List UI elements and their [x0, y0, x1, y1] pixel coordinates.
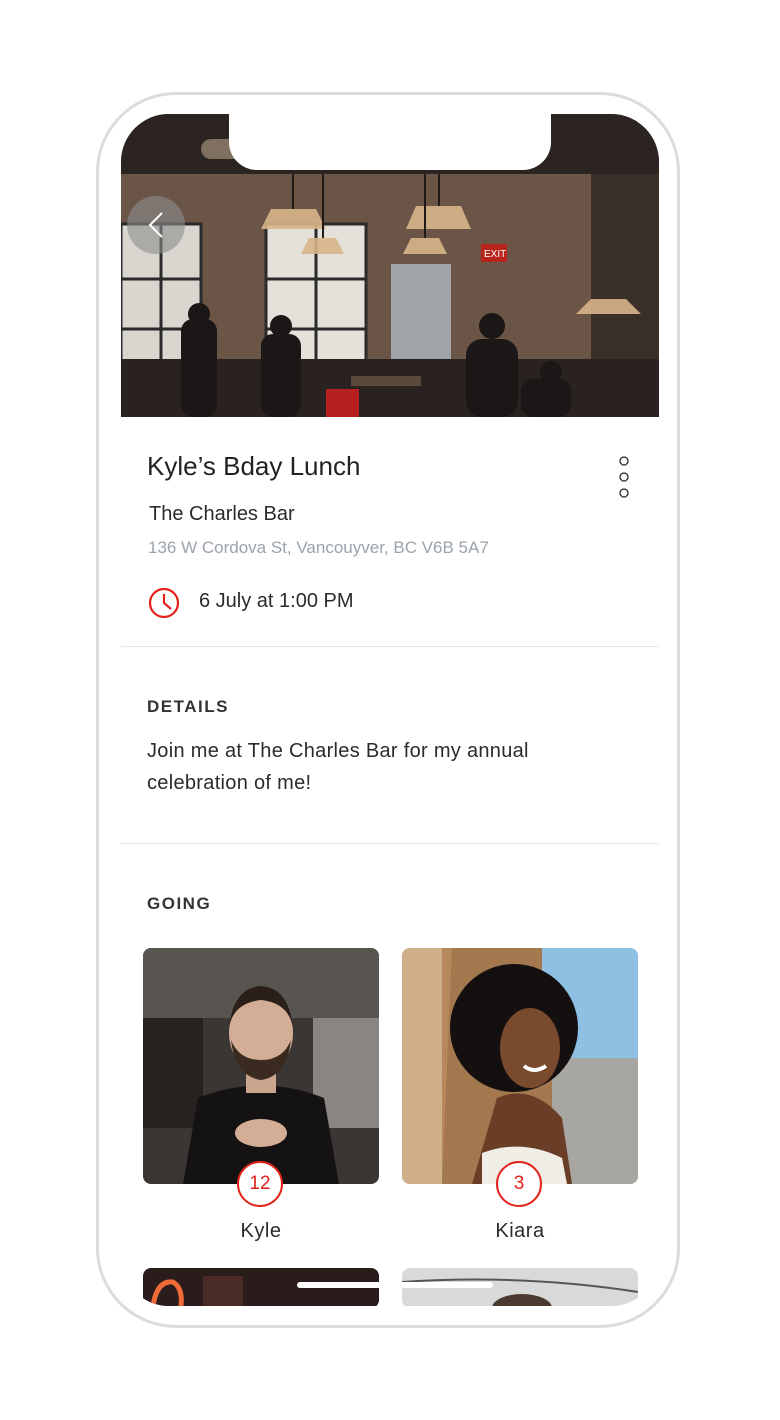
attendee-count-badge: 12 — [237, 1161, 283, 1207]
home-indicator[interactable] — [297, 1282, 493, 1288]
device-notch — [229, 114, 551, 170]
details-label: DETAILS — [147, 697, 229, 716]
app-screen: EXIT Kyle’s Bday Lunch The Charles Bar 1… — [121, 114, 659, 1306]
attendee-count-badge: 3 — [496, 1161, 542, 1207]
back-button[interactable] — [127, 196, 185, 254]
attendee-photo-kiara[interactable] — [402, 948, 638, 1184]
attendee-photo-kyle[interactable] — [143, 948, 379, 1184]
event-datetime: 6 July at 1:00 PM — [199, 590, 354, 612]
exit-sign: EXIT — [484, 249, 506, 260]
event-title: Kyle’s Bday Lunch — [147, 451, 361, 481]
attendee-name[interactable]: Kiara — [402, 1220, 638, 1243]
divider — [121, 843, 659, 844]
details-text: Join me at The Charles Bar for my annual… — [147, 740, 529, 794]
clock-icon — [148, 587, 180, 619]
attendee-name[interactable]: Kyle — [143, 1220, 379, 1243]
venue-address[interactable]: 136 W Cordova St, Vancouyver, BC V6B 5A7 — [148, 538, 489, 558]
venue-name[interactable]: The Charles Bar — [149, 503, 295, 526]
divider — [121, 646, 659, 647]
more-vertical-icon[interactable] — [617, 455, 631, 499]
going-label: GOING — [147, 894, 212, 913]
chevron-left-icon — [148, 212, 163, 238]
